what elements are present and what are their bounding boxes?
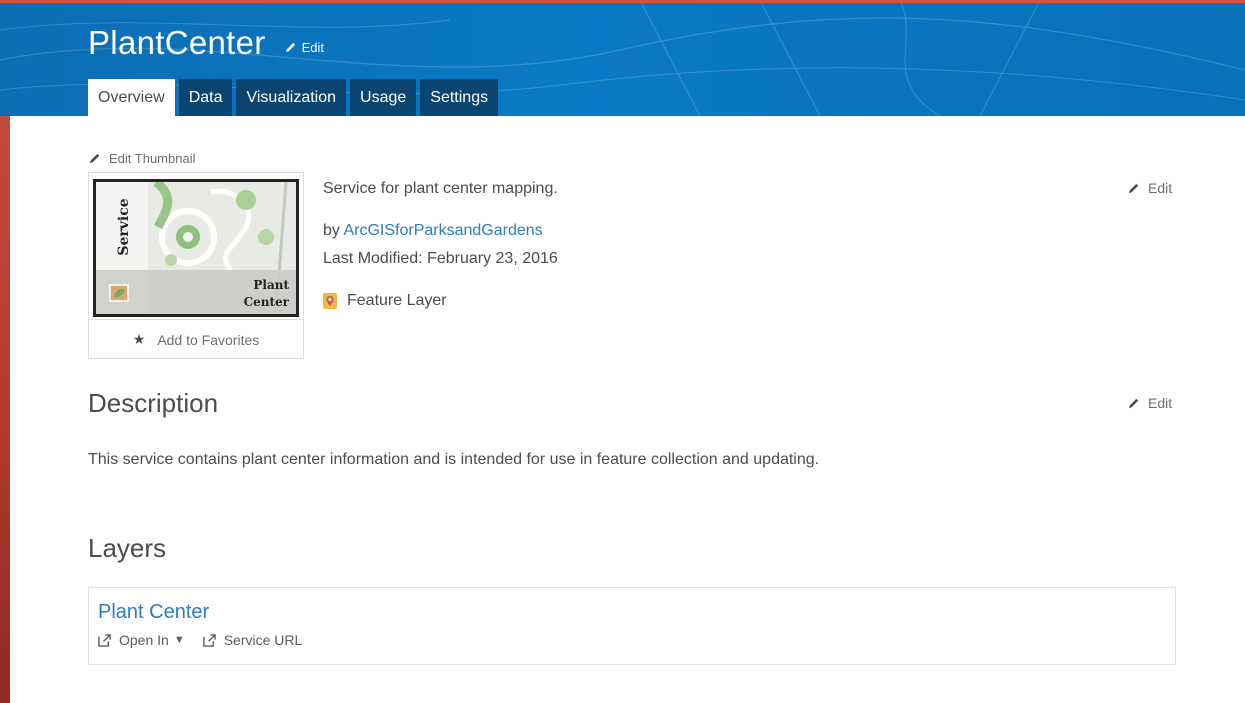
item-summary: Service for plant center mapping. [323,180,558,197]
description-edit-label: Edit [1148,395,1173,411]
summary-edit-button[interactable]: Edit [1127,180,1172,196]
description-heading: Description [88,388,219,418]
page-header: PlantCenter Edit Overview Data Visualiza… [0,0,1245,116]
pencil-icon [1128,183,1139,193]
description-edit-button[interactable]: Edit [1127,395,1172,411]
tab-visualization[interactable]: Visualization [236,79,347,116]
caret-down-icon: ▼ [173,634,185,646]
pencil-icon [285,42,295,53]
title-edit-button[interactable]: Edit [284,40,324,55]
owner-link[interactable]: ArcGISforParksandGardens [343,222,542,239]
edit-thumbnail-label: Edit Thumbnail [109,151,196,166]
tab-data[interactable]: Data [178,79,233,116]
page-title: PlantCenter [88,24,266,61]
title-edit-label: Edit [301,40,324,55]
item-type-label: Feature Layer [347,292,447,309]
star-icon: ★ [132,331,146,347]
feature-layer-icon [323,293,337,309]
external-link-icon [202,633,216,647]
thumbnail-image: Service Plant Center [93,179,299,317]
tab-settings[interactable]: Settings [420,79,499,116]
open-in-dropdown[interactable]: Open In ▼ [98,632,185,648]
thumbnail-vertical-text: Service [116,198,132,255]
thumbnail-text-line2: Center [244,295,290,309]
add-to-favorites-button[interactable]: ★ Add to Favorites [89,319,303,359]
tab-usage[interactable]: Usage [350,79,417,116]
open-in-label: Open In [119,632,169,648]
thumbnail-text-line1: Plant [253,278,289,292]
edit-thumbnail-button[interactable]: Edit Thumbnail [88,151,195,166]
thumbnail-map-graphic: Service Plant Center [96,182,296,314]
layer-name-link[interactable]: Plant Center [98,601,209,624]
summary-edit-label: Edit [1148,180,1173,196]
layers-heading: Layers [88,533,167,563]
header-accent-strip [0,0,1245,3]
thumbnail-card: Service Plant Center ★ Add to Favorites [88,172,304,359]
last-modified: Last Modified: February 23, 2016 [323,250,558,267]
tab-overview[interactable]: Overview [88,79,175,116]
by-prefix: by [323,222,340,239]
tab-bar: Overview Data Visualization Usage Settin… [88,79,499,116]
item-type: Feature Layer [323,292,447,310]
title-row: PlantCenter Edit [88,24,324,62]
owner-line: by ArcGISforParksandGardens [323,222,543,240]
layer-card: Plant Center Open In ▼ Service URL [88,587,1176,665]
external-link-icon [98,633,111,647]
description-text: This service contains plant center infor… [88,451,820,468]
service-url-link[interactable]: Service URL [202,632,303,648]
add-to-favorites-label: Add to Favorites [157,331,260,348]
layer-actions: Open In ▼ Service URL [98,632,320,648]
service-url-label: Service URL [223,632,303,648]
pencil-icon [1128,398,1139,408]
pencil-icon [89,153,100,164]
